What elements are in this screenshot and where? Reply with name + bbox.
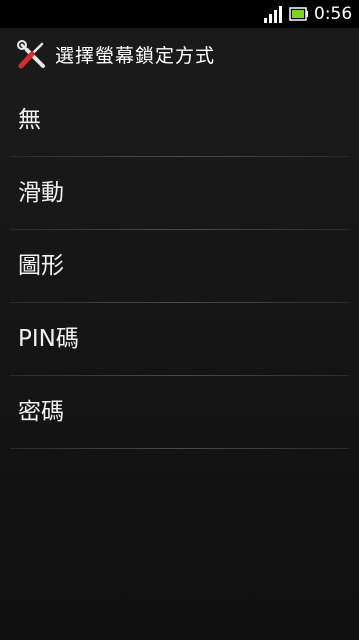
- option-label: 滑動: [18, 180, 64, 206]
- battery-icon: [289, 7, 308, 21]
- option-password[interactable]: 密碼: [0, 376, 359, 449]
- status-bar: 0:56: [0, 0, 359, 28]
- tools-icon: [17, 40, 45, 69]
- title-bar: 選擇螢幕鎖定方式: [0, 28, 359, 84]
- signal-icon: [264, 6, 282, 23]
- option-label: 密碼: [18, 399, 64, 425]
- option-label: PIN碼: [18, 326, 79, 352]
- option-label: 圖形: [18, 253, 64, 279]
- option-none[interactable]: 無: [0, 84, 359, 157]
- option-pattern[interactable]: 圖形: [0, 230, 359, 303]
- page-title: 選擇螢幕鎖定方式: [55, 45, 216, 67]
- option-slide[interactable]: 滑動: [0, 157, 359, 230]
- divider: [10, 448, 349, 449]
- lock-method-list: 無 滑動 圖形 PIN碼 密碼: [0, 84, 359, 449]
- screen: 0:56 選擇螢幕鎖定方式 無 滑動 圖形 PIN碼 密碼: [0, 0, 359, 640]
- option-label: 無: [18, 107, 41, 133]
- option-pin[interactable]: PIN碼: [0, 303, 359, 376]
- clock: 0:56: [314, 4, 353, 24]
